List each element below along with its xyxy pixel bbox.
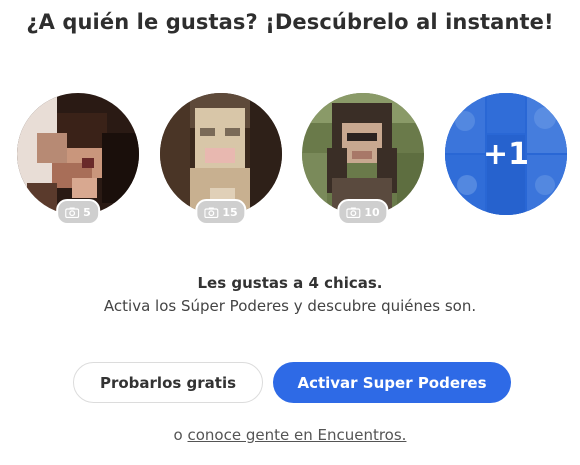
encounters-link[interactable]: conoce gente en Encuentros. bbox=[188, 426, 407, 444]
camera-icon bbox=[204, 207, 219, 218]
blurred-profile-1[interactable]: 5 bbox=[17, 93, 139, 225]
pixelated-photo bbox=[17, 93, 139, 215]
footer-text: o conoce gente en Encuentros. bbox=[0, 426, 580, 444]
activate-super-powers-button[interactable]: Activar Super Poderes bbox=[273, 362, 511, 403]
pixelated-photo bbox=[160, 93, 282, 215]
likes-count-message: Les gustas a 4 chicas. bbox=[197, 274, 383, 292]
camera-icon bbox=[346, 207, 361, 218]
photo-count-badge: 10 bbox=[337, 199, 389, 225]
blurred-profile-3[interactable]: 10 bbox=[302, 93, 424, 225]
super-powers-hint: Activa los Súper Poderes y descubre quié… bbox=[103, 297, 477, 315]
pixelated-photo bbox=[302, 93, 424, 215]
photo-count-badge: 15 bbox=[195, 199, 247, 225]
footer-prefix: o bbox=[173, 426, 183, 444]
try-free-button[interactable]: Probarlos gratis bbox=[73, 362, 263, 403]
photo-count: 15 bbox=[222, 205, 238, 219]
more-count: +1 bbox=[482, 136, 529, 172]
camera-icon bbox=[65, 207, 80, 218]
more-profiles-collage: +1 bbox=[445, 93, 567, 215]
page-title: ¿A quién le gustas? ¡Descúbrelo al insta… bbox=[26, 10, 554, 34]
photo-count: 10 bbox=[364, 205, 380, 219]
blurred-profile-2[interactable]: 15 bbox=[160, 93, 282, 225]
photo-count-badge: 5 bbox=[56, 199, 100, 225]
photo-count: 5 bbox=[83, 205, 91, 219]
more-profiles[interactable]: +1 bbox=[445, 93, 567, 215]
